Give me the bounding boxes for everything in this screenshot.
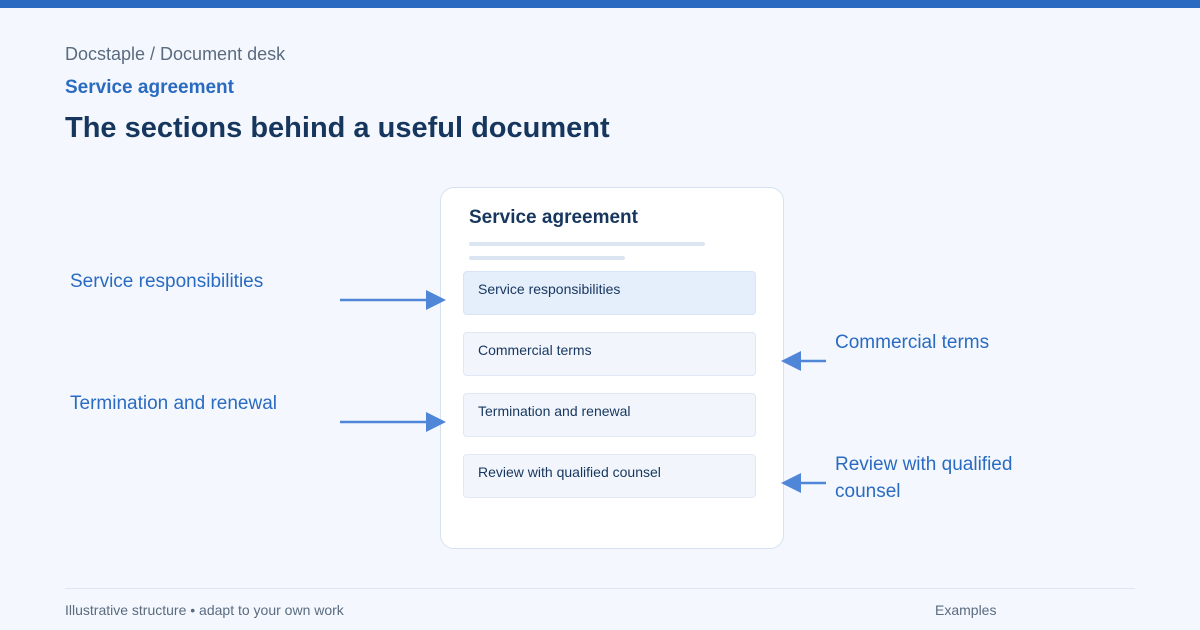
examples-link[interactable]: Examples: [935, 602, 996, 618]
document-type-label: Service agreement: [65, 77, 234, 98]
footer-divider: [65, 588, 1135, 589]
document-title: Service agreement: [469, 207, 638, 228]
breadcrumb: Docstaple / Document desk: [65, 44, 286, 64]
footer-note: Illustrative structure • adapt to your o…: [65, 602, 344, 618]
callout-service-responsibilities: Service responsibilities: [70, 271, 264, 292]
arrow-left-icon: [781, 473, 826, 493]
callout-commercial-terms: Commercial terms: [835, 332, 990, 353]
arrow-right-icon: [340, 290, 446, 310]
section-review-with-counsel: Review with qualified counsel: [463, 454, 756, 498]
section-commercial-terms: Commercial terms: [463, 332, 756, 376]
section-service-responsibilities: Service responsibilities: [463, 271, 756, 315]
document-preview-card: Service agreement Service responsibiliti…: [440, 187, 784, 549]
callout-review-with-counsel: Review with qualified counsel: [835, 454, 1013, 502]
page-title: The sections behind a useful document: [65, 112, 610, 144]
callout-termination-and-renewal: Termination and renewal: [70, 393, 278, 414]
top-accent-bar: [0, 0, 1200, 8]
document-placeholder-line: [469, 242, 705, 246]
arrow-right-icon: [340, 412, 446, 432]
section-termination-and-renewal: Termination and renewal: [463, 393, 756, 437]
arrow-left-icon: [781, 351, 826, 371]
document-placeholder-line: [469, 256, 625, 260]
